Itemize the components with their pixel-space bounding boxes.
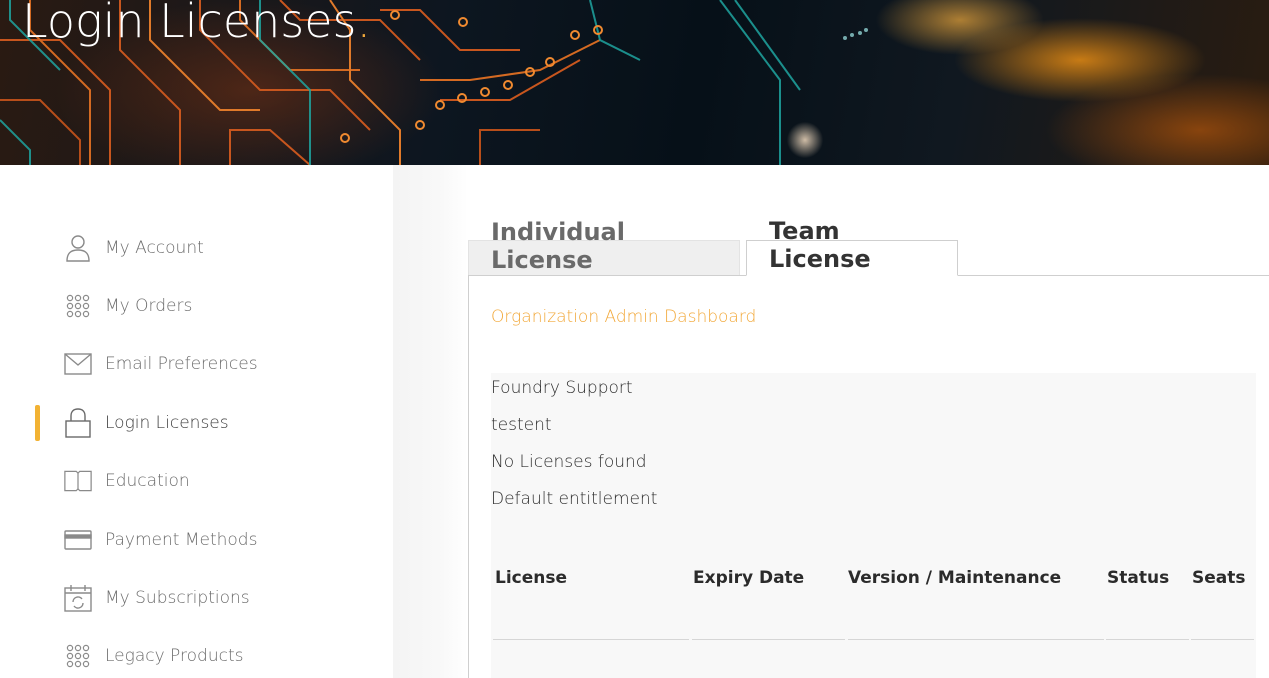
sidebar-item-email-preferences[interactable]: Email Preferences: [64, 344, 364, 384]
account-sidebar: My Account My Orders Email Preferences L…: [0, 165, 393, 678]
table-header-underline: [692, 639, 845, 640]
licenses-status: No Licenses found: [491, 452, 647, 472]
sidebar-item-education[interactable]: Education: [64, 461, 364, 501]
sidebar-item-my-account[interactable]: My Account: [64, 228, 364, 268]
organization-admin-dashboard-link[interactable]: Organization Admin Dashboard: [491, 307, 756, 327]
sidebar-shadow: [393, 165, 468, 678]
user-icon: [64, 234, 92, 262]
sidebar-item-label: My Orders: [105, 296, 193, 316]
sidebar-item-label: Login Licenses: [105, 413, 229, 433]
book-icon: [64, 467, 92, 495]
table-header-seats: Seats: [1192, 568, 1246, 588]
table-header-underline: [848, 639, 1104, 640]
sidebar-item-my-orders[interactable]: My Orders: [64, 286, 364, 326]
team-name: testent: [491, 415, 552, 435]
lock-icon: [64, 408, 92, 438]
table-header-underline: [1106, 639, 1189, 640]
organization-name: Foundry Support: [491, 378, 633, 398]
sidebar-item-label: Education: [105, 471, 190, 491]
table-header-expiry-date: Expiry Date: [693, 568, 805, 588]
table-header-underline: [1191, 639, 1254, 640]
grid-dots-icon: [64, 642, 92, 670]
sidebar-item-label: Payment Methods: [105, 530, 258, 550]
sidebar-item-label: My Account: [105, 238, 204, 258]
title-accent-dot: .: [356, 0, 372, 48]
sidebar-item-label: Legacy Products: [105, 646, 244, 666]
sidebar-item-label: Email Preferences: [105, 354, 258, 374]
tab-team-license[interactable]: Team License: [746, 217, 958, 276]
sidebar-item-legacy-products[interactable]: Legacy Products: [64, 636, 364, 676]
main-content: Individual License Team License Organiza…: [468, 165, 1269, 678]
grid-dots-icon: [64, 292, 92, 320]
sidebar-item-my-subscriptions[interactable]: My Subscriptions: [64, 578, 364, 618]
tab-individual-license[interactable]: Individual License: [468, 218, 740, 276]
table-header-license: License: [495, 568, 568, 588]
envelope-icon: [64, 350, 92, 378]
panel-border: [468, 275, 469, 678]
entitlement-name: Default entitlement: [491, 489, 658, 509]
calendar-refresh-icon: [64, 584, 92, 612]
hero-banner: Login Licenses.: [0, 0, 1269, 165]
page-title: Login Licenses.: [22, 0, 371, 48]
sidebar-item-label: My Subscriptions: [105, 588, 250, 608]
sidebar-item-login-licenses[interactable]: Login Licenses: [64, 403, 364, 443]
table-header-version-maintenance: Version / Maintenance: [848, 568, 1062, 588]
credit-card-icon: [64, 526, 92, 554]
table-header-underline: [493, 639, 689, 640]
table-header-status: Status: [1107, 568, 1170, 588]
sidebar-item-payment-methods[interactable]: Payment Methods: [64, 520, 364, 560]
team-license-info: Foundry Support testent No Licenses foun…: [491, 373, 1256, 678]
active-indicator: [35, 405, 40, 441]
